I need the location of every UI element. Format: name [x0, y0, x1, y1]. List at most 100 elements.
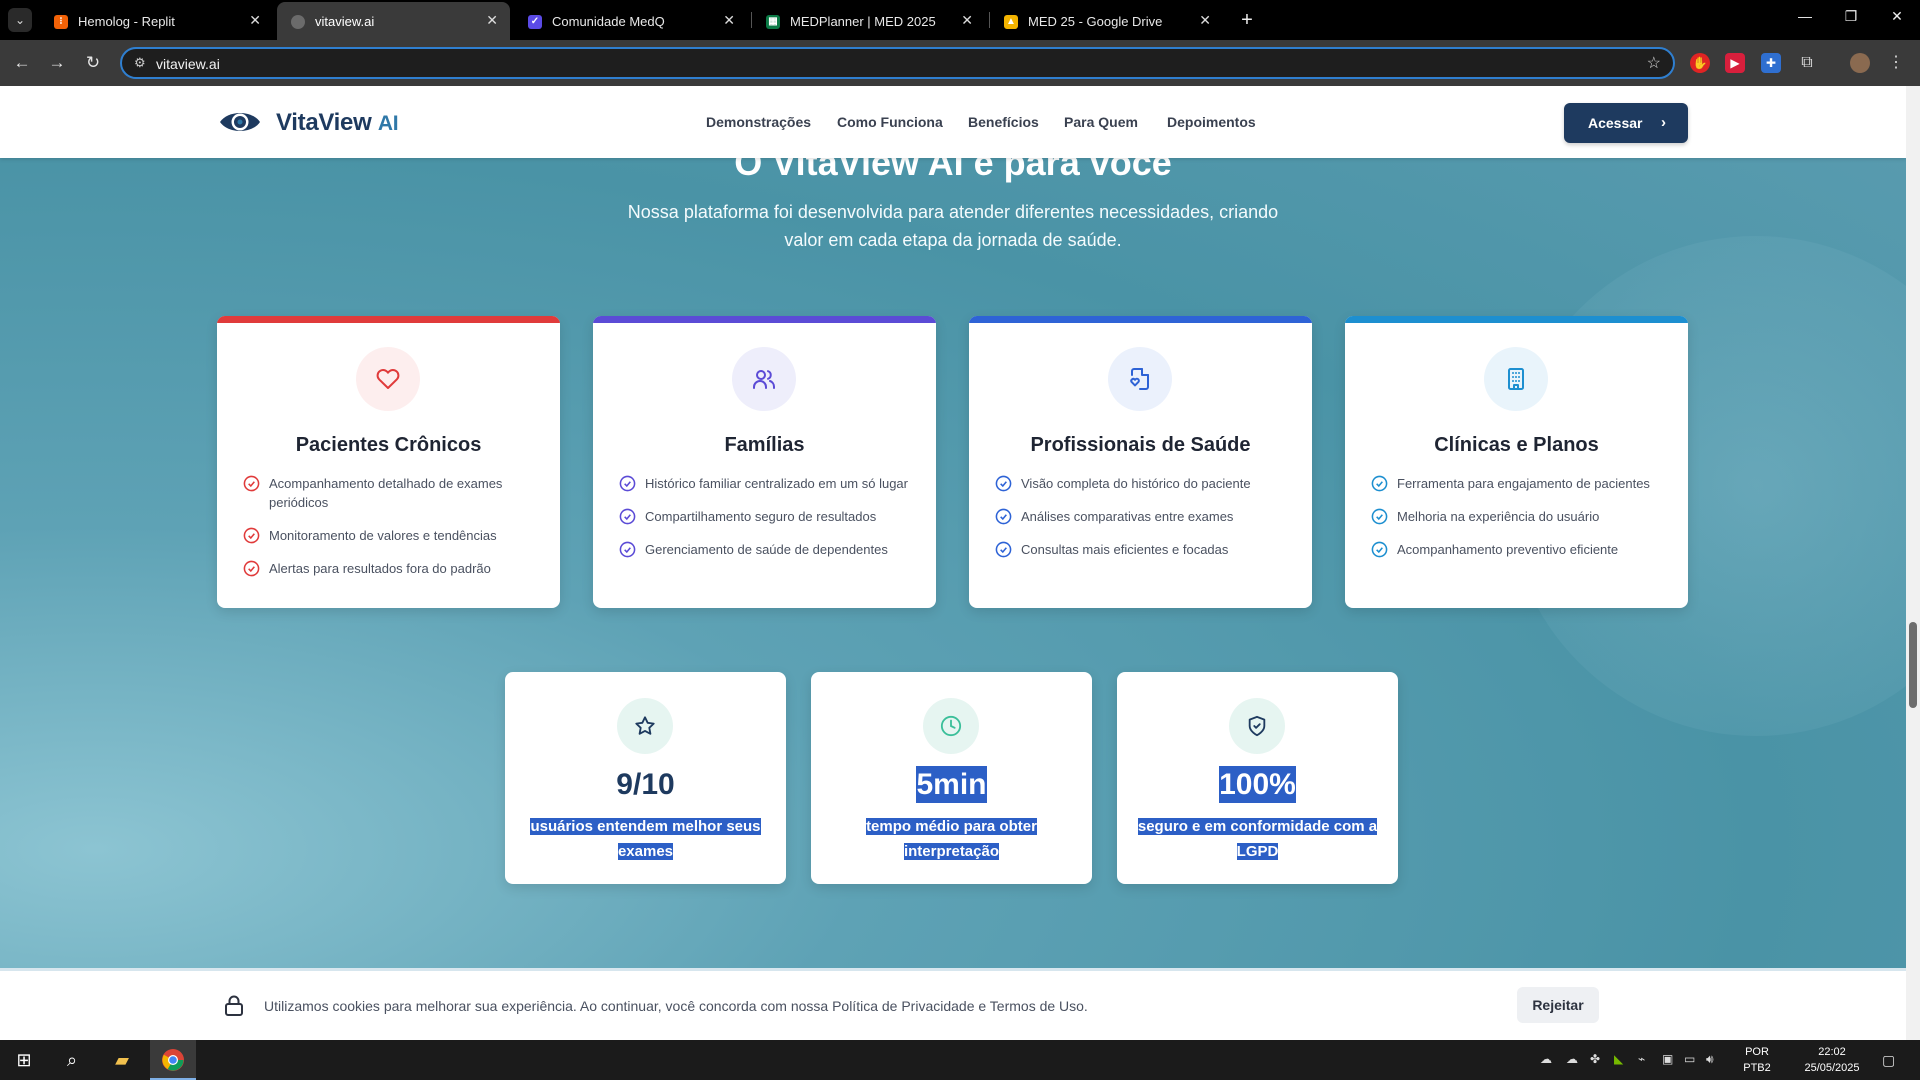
acessar-button[interactable]: Acessar ›	[1564, 103, 1688, 143]
section-subtitle: Nossa plataforma foi desenvolvida para a…	[627, 202, 1279, 250]
input-language[interactable]: POR PTB2	[1742, 1044, 1772, 1076]
stat-value: 5min	[811, 766, 1092, 803]
forward-icon[interactable]: →	[45, 51, 69, 75]
logo-eye-icon[interactable]	[218, 108, 262, 136]
site-info-icon[interactable]: ⚙	[134, 55, 146, 71]
card-pacientes-cronicos: Pacientes Crônicos Acompanhamento detalh…	[217, 316, 560, 608]
nav-link-depoimentos[interactable]: Depoimentos	[1167, 114, 1256, 130]
stat-card-time: 5min tempo médio para obter interpretaçã…	[811, 672, 1092, 884]
globe-favicon-icon	[291, 15, 305, 29]
feature-text: Consultas mais eficientes e focadas	[1021, 542, 1229, 557]
card-icon-circle	[1108, 347, 1172, 411]
shield-check-icon	[1248, 715, 1266, 737]
close-tab-icon[interactable]: ✕	[249, 12, 261, 29]
close-tab-icon[interactable]: ✕	[723, 12, 735, 29]
system-clock[interactable]: 22:02 25/05/2025	[1800, 1044, 1864, 1076]
close-tab-icon[interactable]: ✕	[486, 12, 498, 29]
feature-text: Alertas para resultados fora do padrão	[269, 561, 491, 576]
check-circle-icon	[243, 527, 260, 544]
card-profissionais-de-saude: Profissionais de Saúde Visão completa do…	[969, 316, 1312, 608]
close-tab-icon[interactable]: ✕	[961, 12, 973, 29]
tab-title: MEDPlanner | MED 2025	[790, 14, 936, 29]
card-accent-bar	[217, 316, 560, 323]
tab-google-drive[interactable]: ▲ MED 25 - Google Drive ✕	[990, 2, 1223, 40]
site-logo[interactable]: VitaView AI	[276, 109, 399, 137]
minimize-icon[interactable]: —	[1790, 8, 1820, 24]
feature-text: Histórico familiar centralizado em um só…	[645, 476, 908, 491]
feature-text: Monitoramento de valores e tendências	[269, 528, 497, 543]
stat-icon-circle	[923, 698, 979, 754]
extension-red-icon[interactable]: ✋	[1690, 53, 1710, 73]
address-bar[interactable]: ⚙ vitaview.ai ☆	[120, 47, 1675, 79]
nav-link-demonstracoes[interactable]: Demonstrações	[706, 114, 811, 130]
nav-link-como-funciona[interactable]: Como Funciona	[837, 114, 943, 130]
network-icon[interactable]: ▭	[1684, 1052, 1695, 1066]
site-navbar: VitaView AI Demonstrações Como Funciona …	[0, 86, 1906, 158]
heart-icon	[376, 369, 400, 389]
search-icon[interactable]: ⌕	[60, 1048, 84, 1072]
browser-toolbar: ← → ↻ ⚙ vitaview.ai ☆ ✋ ▶ ✚ ⧉ ⋮	[0, 40, 1920, 86]
tab-medplanner[interactable]: ▦ MEDPlanner | MED 2025 ✕	[752, 2, 985, 40]
nav-link-para-quem[interactable]: Para Quem	[1064, 114, 1138, 130]
check-circle-icon	[995, 541, 1012, 558]
check-circle-icon	[1371, 508, 1388, 525]
language-code: POR	[1745, 1046, 1769, 1058]
tab-title: MED 25 - Google Drive	[1028, 14, 1163, 29]
tray-icon[interactable]: ☁	[1566, 1052, 1578, 1066]
tab-vitaview[interactable]: vitaview.ai ✕	[277, 2, 510, 40]
tab-medq[interactable]: ✓ Comunidade MedQ ✕	[514, 2, 747, 40]
chevron-right-icon: ›	[1661, 114, 1666, 131]
scrollbar-thumb[interactable]	[1909, 622, 1917, 708]
stat-description: usuários entendem melhor seus exames	[525, 814, 766, 864]
card-feature-list: Ferramenta para engajamento de pacientes…	[1371, 474, 1671, 573]
stat-card-users: 9/10 usuários entendem melhor seus exame…	[505, 672, 786, 884]
list-item: Histórico familiar centralizado em um só…	[619, 474, 919, 493]
card-feature-list: Acompanhamento detalhado de exames perió…	[243, 474, 543, 592]
tray-icon[interactable]: ✤	[1590, 1052, 1600, 1066]
nvidia-tray-icon[interactable]: ◣	[1614, 1052, 1623, 1066]
close-tab-icon[interactable]: ✕	[1199, 12, 1211, 29]
check-circle-icon	[619, 475, 636, 492]
tab-hemolog[interactable]: ⁝ Hemolog - Replit ✕	[40, 2, 273, 40]
new-tab-button[interactable]: +	[1235, 8, 1259, 32]
cookie-banner: Utilizamos cookies para melhorar sua exp…	[0, 968, 1906, 1040]
clock-time: 22:02	[1818, 1046, 1846, 1058]
reload-icon[interactable]: ↻	[81, 51, 105, 75]
volume-icon[interactable]: 🔊︎	[1706, 1052, 1714, 1067]
list-item: Compartilhamento seguro de resultados	[619, 507, 919, 526]
nav-link-beneficios[interactable]: Benefícios	[968, 114, 1039, 130]
tray-icon[interactable]: ⌁	[1638, 1052, 1645, 1066]
star-icon	[635, 716, 655, 735]
tray-icon[interactable]: ☁	[1540, 1052, 1552, 1066]
reject-cookies-button[interactable]: Rejeitar	[1517, 987, 1599, 1023]
windows-start-icon[interactable]: ⊞	[12, 1048, 36, 1072]
tab-search-button[interactable]: ⌄	[8, 8, 32, 32]
users-icon	[753, 370, 775, 389]
chrome-icon[interactable]	[161, 1048, 185, 1072]
browser-menu-icon[interactable]: ⋮	[1886, 53, 1906, 73]
windows-taskbar: ⊞ ⌕ ▰ ☁ ☁ ✤ ◣ ⌁ ▣ ▭ 🔊︎ ⌨ POR PTB2 22:02 …	[0, 1040, 1920, 1080]
keyboard-layout: PTB2	[1743, 1062, 1771, 1074]
notifications-icon[interactable]: ▢	[1882, 1052, 1895, 1069]
tray-icon[interactable]: ▣	[1662, 1052, 1673, 1066]
url-text[interactable]: vitaview.ai	[156, 56, 220, 72]
bookmark-star-icon[interactable]: ☆	[1647, 53, 1661, 73]
restore-icon[interactable]: ❐	[1836, 8, 1866, 25]
check-circle-icon	[619, 508, 636, 525]
card-clinicas-e-planos: Clínicas e Planos Ferramenta para engaja…	[1345, 316, 1688, 608]
list-item: Visão completa do histórico do paciente	[995, 474, 1295, 493]
stat-icon-circle	[617, 698, 673, 754]
replit-favicon-icon: ⁝	[54, 15, 68, 29]
sheets-favicon-icon: ▦	[766, 15, 780, 29]
close-window-icon[interactable]: ✕	[1882, 8, 1912, 25]
feature-text: Acompanhamento detalhado de exames perió…	[269, 476, 503, 510]
profile-avatar[interactable]	[1850, 53, 1870, 73]
acessar-label: Acessar	[1588, 115, 1643, 131]
extension-blue-icon[interactable]: ✚	[1761, 53, 1781, 73]
extension-video-icon[interactable]: ▶	[1725, 53, 1745, 73]
page-scrollbar[interactable]	[1906, 86, 1920, 1040]
file-explorer-icon[interactable]: ▰	[110, 1048, 134, 1072]
back-icon[interactable]: ←	[10, 51, 34, 75]
medq-favicon-icon: ✓	[528, 15, 542, 29]
extensions-puzzle-icon[interactable]: ⧉	[1797, 53, 1817, 73]
